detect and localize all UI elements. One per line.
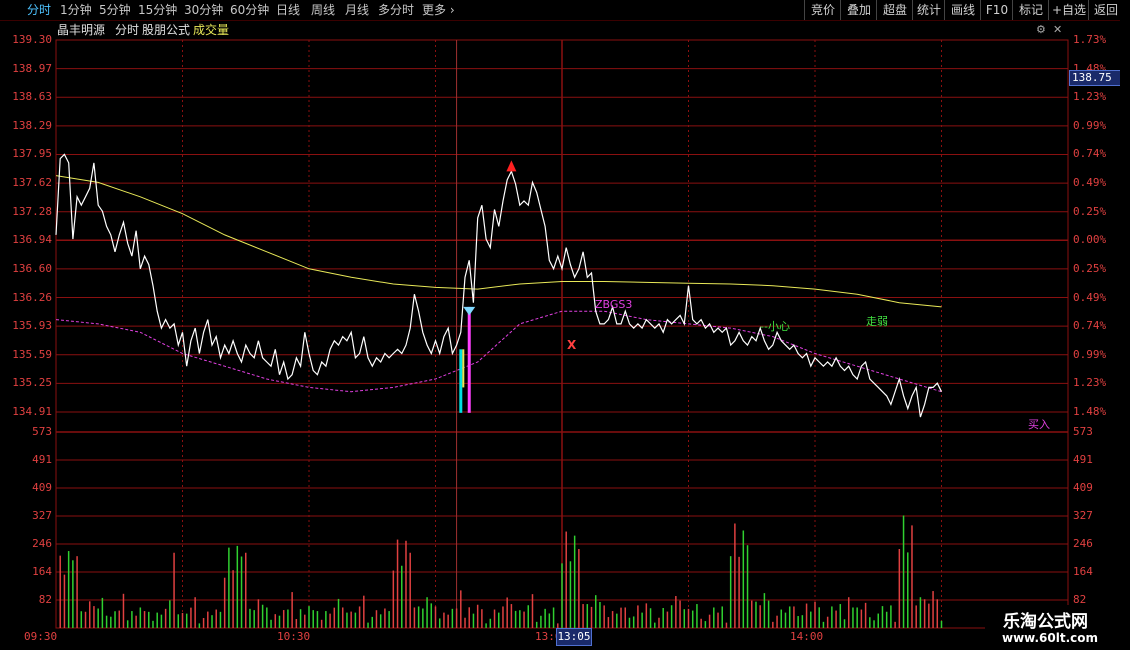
price-tick-label: 136.26 [12, 290, 52, 304]
avg-price-line [55, 175, 942, 308]
volume-tick-label: 164 [32, 565, 52, 578]
percent-tick-label: 1.73% [1073, 33, 1107, 46]
sell-x-marker: X [567, 338, 577, 352]
price-tick-label: 137.28 [12, 204, 52, 218]
volume-tick-label: 491 [32, 453, 52, 466]
volume-tick-label: 573 [32, 425, 52, 438]
signal-markers [459, 160, 517, 413]
price-tick-label: 136.94 [12, 233, 52, 247]
volume-tick-label: 82 [38, 593, 52, 606]
time-label-0930: 09:30 [24, 630, 58, 643]
percent-tick-label: 0.49% [1073, 290, 1107, 304]
weak-label: 走弱 [866, 315, 888, 328]
price-tick-label: 135.59 [12, 347, 52, 361]
time-label-1030: 10:30 [277, 630, 311, 643]
percent-tick-label: 0.99% [1073, 118, 1107, 132]
volume-tick-label: 327 [32, 509, 52, 522]
price-tick-label: 138.63 [12, 90, 52, 104]
timeshare-chart[interactable] [0, 0, 1130, 650]
signal-bar-magenta [467, 306, 471, 413]
buy-label: 买入 [1028, 418, 1050, 431]
price-tick-label: 137.62 [12, 176, 52, 190]
volume-tick-label-right: 164 [1073, 565, 1093, 578]
time-label-1400: 14:00 [790, 630, 824, 643]
percent-tick-label: 1.23% [1073, 376, 1107, 390]
cursor-time-box: 13:05 [556, 628, 592, 646]
price-tick-label: 135.25 [12, 376, 52, 390]
chart-grid [55, 39, 1069, 629]
diamond-signal-icon [463, 306, 476, 316]
volume-tick-label: 409 [32, 481, 52, 494]
cursor-price-box: 138.75 [1069, 70, 1123, 86]
price-tick-label: 138.29 [12, 118, 52, 132]
volume-tick-label-right: 409 [1073, 481, 1093, 494]
price-tick-label: 134.91 [12, 405, 52, 418]
percent-tick-label: 0.99% [1073, 347, 1107, 361]
price-tick-label: 136.60 [12, 261, 52, 275]
signal-bar-cyan [459, 349, 463, 413]
up-arrow-signal-icon [506, 160, 517, 172]
volume-tick-label-right: 327 [1073, 509, 1093, 522]
percent-tick-label: 1.48% [1073, 405, 1107, 418]
volume-tick-label-right: 246 [1073, 537, 1093, 550]
signal-bar-yellow [462, 349, 465, 388]
price-tick-label: 137.95 [12, 147, 52, 161]
percent-tick-label: 1.23% [1073, 90, 1107, 104]
watermark-name: 乐淘公式网 [1003, 612, 1088, 632]
price-tick-label: 139.30 [12, 33, 52, 46]
percent-tick-label: 0.25% [1073, 204, 1107, 218]
right-side-panel-edge[interactable] [1120, 20, 1130, 650]
volume-tick-label-right: 573 [1073, 425, 1093, 438]
percent-tick-label: 0.74% [1073, 319, 1107, 333]
percent-tick-label: 0.00% [1073, 233, 1107, 247]
price-tick-label: 138.97 [12, 61, 52, 75]
price-tick-label: 135.93 [12, 319, 52, 333]
percent-tick-label: 0.74% [1073, 147, 1107, 161]
watermark: 乐淘公式网 www.60lt.com [985, 605, 1130, 650]
percent-tick-label: 0.25% [1073, 261, 1107, 275]
price-line [55, 153, 943, 418]
volume-tick-label-right: 491 [1073, 453, 1093, 466]
volume-tick-label: 246 [32, 537, 52, 550]
caution-label: --小心 [760, 320, 790, 333]
watermark-url: www.60lt.com [1002, 631, 1099, 645]
zbgs-label: ZBGS3 [595, 298, 633, 311]
percent-tick-label: 0.49% [1073, 176, 1107, 190]
